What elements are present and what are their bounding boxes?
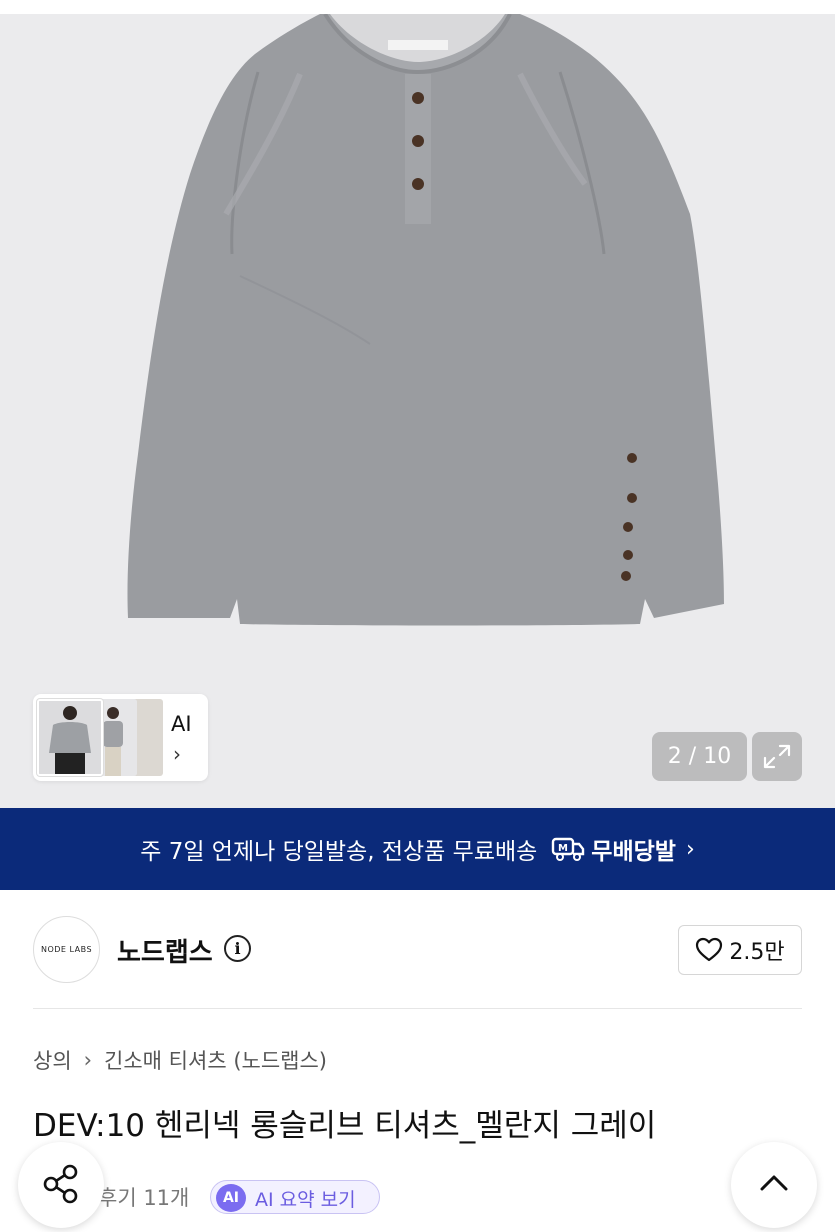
chevron-right-icon[interactable]: › <box>173 742 181 766</box>
banner-text: 주 7일 언제나 당일발송, 전상품 무료배송 <box>140 839 538 865</box>
ai-badge: AI <box>216 1184 246 1212</box>
banner-logo: M 무배당발 <box>551 832 676 866</box>
chevron-up-icon <box>760 1175 788 1191</box>
breadcrumb-item-category[interactable]: 상의 <box>33 1045 72 1075</box>
expand-button[interactable] <box>752 732 802 781</box>
banner-logo-text: 무배당발 <box>591 839 676 865</box>
product-photo[interactable] <box>0 14 835 808</box>
truck-icon: M <box>552 837 585 861</box>
product-title: DEV:10 헨리넥 롱슬리브 티셔츠_멜란지 그레이 <box>33 1108 657 1144</box>
heart-icon <box>696 937 723 962</box>
image-pager: 2 / 10 <box>652 732 747 781</box>
divider <box>33 1008 802 1009</box>
breadcrumb: 상의 › 긴소매 티셔츠 (노드랩스) <box>33 1045 327 1075</box>
chevron-right-icon: › <box>685 836 695 862</box>
ai-summary-label: AI 요약 보기 <box>255 1189 356 1211</box>
svg-text:M: M <box>558 843 568 854</box>
like-button[interactable]: 2.5만 <box>678 925 802 975</box>
scroll-top-button[interactable] <box>731 1142 817 1228</box>
ai-summary-button[interactable]: AI AI 요약 보기 <box>210 1180 380 1214</box>
info-icon[interactable]: i <box>224 935 251 962</box>
review-count[interactable]: 후기 11개 <box>98 1182 189 1212</box>
product-gallery[interactable]: AI › 2 / 10 <box>0 0 835 808</box>
brand-row: NODE LABS 노드랩스 i 2.5만 <box>0 890 835 1008</box>
share-icon <box>43 1164 78 1204</box>
thumbnail-1[interactable] <box>37 699 103 776</box>
expand-icon <box>763 744 791 769</box>
share-button[interactable] <box>18 1142 104 1228</box>
chevron-right-icon: › <box>83 1048 93 1072</box>
brand-name[interactable]: 노드랩스 <box>117 932 213 969</box>
delivery-banner[interactable]: 주 7일 언제나 당일발송, 전상품 무료배송 M 무배당발 › <box>0 808 835 890</box>
ai-label: AI <box>171 712 192 736</box>
breadcrumb-item-subcategory[interactable]: 긴소매 티셔츠 (노드랩스) <box>104 1045 327 1075</box>
top-strip <box>0 0 835 14</box>
like-count: 2.5만 <box>729 940 785 965</box>
bottom-row: 후기 11개 AI AI 요약 보기 <box>0 1140 835 1228</box>
brand-logo[interactable]: NODE LABS <box>33 916 100 983</box>
ai-fitting-thumbnails[interactable]: AI › <box>33 694 208 781</box>
